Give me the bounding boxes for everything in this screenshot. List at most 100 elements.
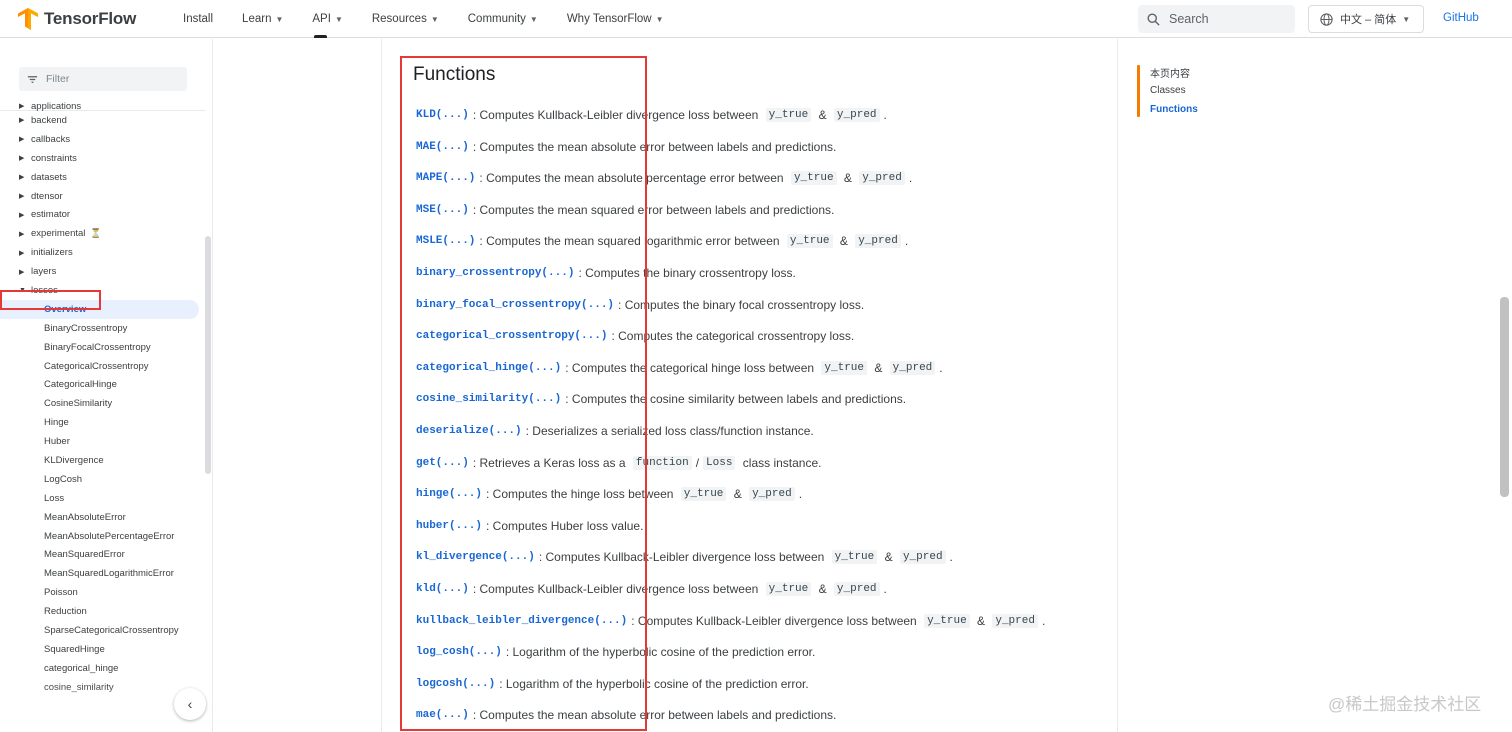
top-navigation-bar: TensorFlow Install Learn ▼ API ▼ Resources ▼ Co…: [0, 0, 1512, 38]
chevron-down-icon: ▼: [655, 14, 664, 24]
nav-item-label: Community: [467, 13, 526, 25]
sidebar-item-meansquaredlogarithmicerror[interactable]: MeanSquaredLogarithmicError: [0, 564, 206, 583]
function-description: &: [840, 171, 856, 186]
nav-item-install[interactable]: Install: [183, 0, 213, 38]
losses-highlight-box: [0, 290, 101, 310]
inline-code: y_true: [924, 613, 970, 628]
nav-item-label: Install: [183, 13, 214, 25]
sidebar-item-label: estimator: [31, 209, 71, 221]
function-description: .: [798, 487, 803, 502]
sidebar-item-categoricalcrossentropy[interactable]: CategoricalCrossentropy: [0, 357, 206, 376]
content-right-border: [1117, 39, 1118, 732]
sidebar-item-hinge[interactable]: Hinge: [0, 413, 206, 432]
sidebar-item-meansquarederror[interactable]: MeanSquaredError: [0, 545, 206, 564]
functions-highlight-box: [400, 56, 647, 731]
page-scrollbar[interactable]: [1500, 297, 1509, 497]
function-description: &: [881, 550, 896, 565]
sidebar-item-dtensor[interactable]: ▶ dtensor: [0, 187, 206, 206]
sidebar-item-label: applications: [31, 100, 82, 112]
sidebar-item-estimator[interactable]: ▶ estimator: [0, 205, 206, 224]
sidebar-item-poisson[interactable]: Poisson: [0, 583, 206, 602]
toc-item-functions[interactable]: Functions: [1150, 104, 1198, 115]
caret-right-icon: ▶: [19, 103, 25, 110]
nav-item-resources[interactable]: Resources ▼: [372, 0, 439, 38]
inline-code: y_true: [680, 487, 727, 502]
sidebar-item-categorical_hinge[interactable]: categorical_hinge: [0, 659, 206, 678]
sidebar-item-label: experimental: [31, 228, 86, 240]
nav-item-community[interactable]: Community ▼: [468, 0, 538, 38]
sidebar-item-kldivergence[interactable]: KLDivergence: [0, 451, 206, 470]
caret-right-icon: ▶: [19, 174, 25, 182]
chevron-left-icon: ‹: [187, 696, 193, 712]
function-description: &: [836, 234, 852, 249]
nav-item-why-tensorflow[interactable]: Why TensorFlow ▼: [567, 0, 664, 38]
filter-icon: [27, 75, 38, 83]
sidebar-item-layers[interactable]: ▶ layers: [0, 262, 206, 281]
sidebar-item-squaredhinge[interactable]: SquaredHinge: [0, 640, 206, 659]
caret-right-icon: ▶: [19, 230, 25, 238]
search-placeholder: Search: [1169, 12, 1209, 26]
nav-item-api[interactable]: API ▼: [312, 0, 343, 38]
sidebar-item-huber[interactable]: Huber: [0, 432, 206, 451]
chevron-down-icon: ▼: [1402, 14, 1411, 24]
inline-code: y_true: [786, 234, 833, 249]
function-description: .: [1041, 613, 1046, 628]
sidebar-item-callbacks[interactable]: ▶ callbacks: [0, 130, 206, 149]
nav-item-label: Why TensorFlow: [566, 13, 652, 25]
nav-item-label: Learn: [242, 13, 272, 25]
toc-indicator: [1137, 65, 1140, 117]
collapse-sidebar-button[interactable]: ‹: [174, 688, 206, 720]
caret-right-icon: ▶: [19, 117, 25, 125]
sidebar-item-reduction[interactable]: Reduction: [0, 602, 206, 621]
chevron-down-icon: ▼: [430, 14, 439, 24]
sidebar-item-initializers[interactable]: ▶ initializers: [0, 243, 206, 262]
api-tree: ▶ applications ▶ backend ▶ callbacks ▶ constrai…: [0, 101, 206, 697]
sidebar-item-applications[interactable]: ▶ applications: [0, 100, 206, 112]
sidebar-item-cosinesimilarity[interactable]: CosineSimilarity: [0, 394, 206, 413]
sidebar-item-experimental[interactable]: ▶ experimental ⏳: [0, 224, 206, 243]
function-description: .: [949, 550, 953, 565]
watermark: @稀土掘金技术社区: [1328, 695, 1482, 714]
function-description: : Computes Kullback-Leibler divergence l…: [631, 613, 921, 628]
search-box[interactable]: Search: [1138, 5, 1295, 33]
globe-icon: [1320, 12, 1333, 26]
sidebar-item-sparsecategoricalcrossentropy[interactable]: SparseCategoricalCrossentropy: [0, 621, 206, 640]
nav-item-learn[interactable]: Learn ▼: [242, 0, 283, 38]
sidebar-item-label: initializers: [31, 247, 73, 259]
sidebar-item-loss[interactable]: Loss: [0, 489, 206, 508]
inline-code: y_pred: [859, 171, 905, 186]
function-description: .: [883, 108, 887, 122]
sidebar-item-label: callbacks: [31, 133, 71, 145]
inline-code: y_pred: [992, 613, 1038, 628]
sidebar-item-label: constraints: [31, 152, 77, 164]
function-description: &: [973, 613, 989, 628]
language-selector[interactable]: 中文 – 简体 ▼: [1308, 5, 1424, 33]
inline-code: y_true: [821, 360, 867, 375]
sidebar-item-backend[interactable]: ▶ backend: [0, 111, 206, 130]
sidebar-item-binarycrossentropy[interactable]: BinaryCrossentropy: [0, 319, 206, 338]
filter-input[interactable]: Filter: [19, 67, 187, 91]
language-label: 中文 – 简体: [1340, 14, 1397, 26]
sidebar-item-meanabsolutepercentageerror[interactable]: MeanAbsolutePercentageError: [0, 527, 206, 546]
sidebar-item-datasets[interactable]: ▶ datasets: [0, 168, 206, 187]
inline-code: Loss: [703, 455, 736, 470]
sidebar-item-categoricalhinge[interactable]: CategoricalHinge: [0, 375, 206, 394]
sidebar-scrollbar[interactable]: [205, 236, 211, 474]
inline-code: y_pred: [749, 487, 795, 502]
function-description: .: [904, 234, 909, 249]
tensorflow-logo[interactable]: TensorFlow: [18, 8, 136, 30]
github-link[interactable]: GitHub: [1443, 12, 1479, 24]
function-description: .: [939, 360, 943, 375]
sidebar-item-logcosh[interactable]: LogCosh: [0, 470, 206, 489]
inline-code: y_pred: [889, 360, 936, 375]
function-description: &: [815, 108, 830, 122]
sidebar-item-binaryfocalcrossentropy[interactable]: BinaryFocalCrossentropy: [0, 338, 206, 357]
caret-right-icon: ▶: [19, 211, 25, 219]
inline-code: y_true: [831, 550, 878, 565]
toc-item-classes[interactable]: Classes: [1150, 85, 1186, 96]
main-nav: Install Learn ▼ API ▼ Resources ▼ Community ▼ Why…: [183, 0, 693, 38]
inline-code: y_true: [790, 171, 837, 186]
sidebar-item-constraints[interactable]: ▶ constraints: [0, 149, 206, 168]
sidebar-item-meanabsoluteerror[interactable]: MeanAbsoluteError: [0, 508, 206, 527]
inline-code: y_pred: [833, 108, 880, 122]
